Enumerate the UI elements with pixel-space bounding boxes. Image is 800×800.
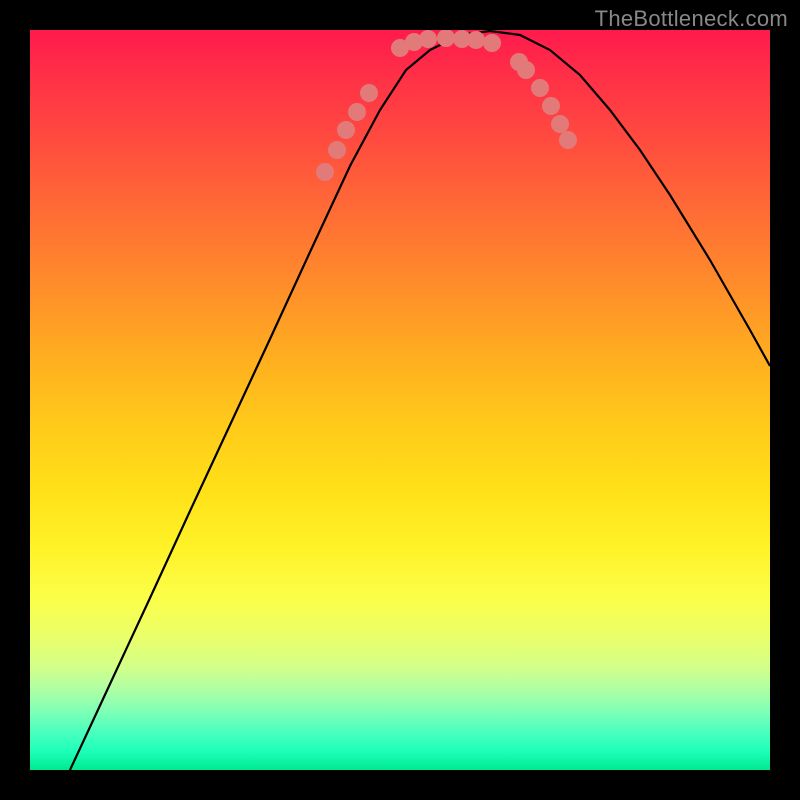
cluster-dot: [337, 121, 355, 139]
cluster-dot: [316, 163, 334, 181]
cluster-dot: [531, 79, 549, 97]
cluster-dot: [542, 97, 560, 115]
plot-area: [30, 30, 770, 770]
cluster-dot: [517, 61, 535, 79]
cluster-dot: [467, 31, 485, 49]
cluster-dot: [348, 103, 366, 121]
watermark-text: TheBottleneck.com: [595, 6, 788, 32]
cluster-dot: [559, 131, 577, 149]
bottleneck-curve: [70, 31, 770, 770]
cluster-dot: [483, 34, 501, 52]
chart-frame: TheBottleneck.com: [0, 0, 800, 800]
curve-layer: [30, 30, 770, 770]
cluster-dot: [360, 84, 378, 102]
cluster-dot: [328, 141, 346, 159]
cluster-dot: [551, 115, 569, 133]
cluster-dot: [419, 30, 437, 48]
